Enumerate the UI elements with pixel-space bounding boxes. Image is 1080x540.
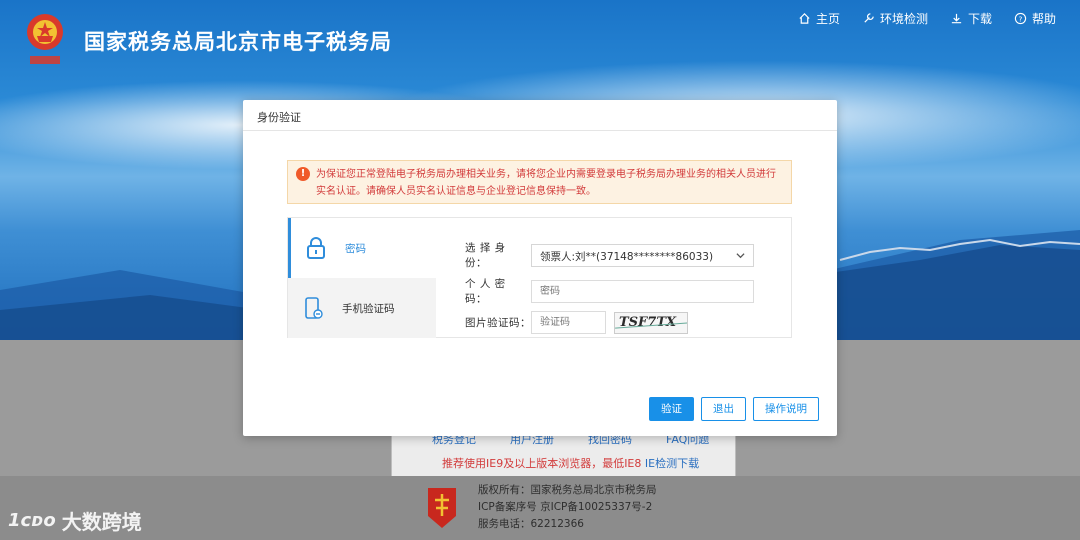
ie-check-link[interactable]: IE检测下载	[645, 457, 699, 470]
tab-sms-code-label: 手机验证码	[342, 302, 395, 315]
password-label: 个 人 密 码：	[465, 278, 506, 305]
top-nav: 主页 环境检测 下载 ? 帮助	[798, 10, 1056, 27]
warning-banner: ! 为保证您正常登陆电子税务局办理相关业务，请将您企业内需要登录电子税务局办理业…	[287, 160, 792, 204]
svg-text:?: ?	[1019, 14, 1023, 23]
tab-sms-code[interactable]: 手机验证码	[288, 278, 436, 338]
footer-info: 版权所有：国家税务总局北京市税务局 ICP备案序号 京ICP备10025337号…	[478, 482, 657, 533]
tax-emblem-logo	[27, 14, 63, 64]
captcha-image[interactable]: TSF7TX	[614, 311, 688, 334]
footer-line: 服务电话：62212366	[478, 518, 584, 530]
identity-select[interactable]: 领票人:刘**(37148********86033)	[531, 243, 754, 267]
password-input[interactable]	[531, 279, 754, 303]
warning-text: 为保证您正常登陆电子税务局办理相关业务，请将您企业内需要登录电子税务局办理业务的…	[316, 169, 776, 197]
download-icon	[951, 13, 962, 24]
wrench-icon	[864, 13, 874, 23]
tab-password[interactable]: 密码	[288, 218, 436, 278]
watermark-logo-icon: 1ᴄᴅᴏ	[8, 510, 56, 531]
chevron-down-icon	[736, 252, 745, 258]
warning-icon: !	[296, 167, 310, 181]
verify-button[interactable]: 验证	[649, 397, 694, 421]
nav-env-check-label: 环境检测	[879, 12, 928, 26]
captcha-input[interactable]	[531, 311, 606, 334]
exit-button[interactable]: 退出	[701, 397, 746, 421]
identity-row: 选 择 身 份： 领票人:刘**(37148********86033)	[465, 240, 754, 270]
nav-download-label: 下载	[967, 12, 992, 26]
dialog-title: 身份验证	[243, 100, 837, 131]
nav-help-label: 帮助	[1031, 12, 1056, 26]
nav-help[interactable]: ? 帮助	[1014, 10, 1056, 27]
footer-line: 版权所有：国家税务总局北京市税务局	[478, 484, 657, 496]
footer-line: ICP备案序号 京ICP备10025337号-2	[478, 501, 653, 513]
identity-value: 领票人:刘**(37148********86033)	[540, 250, 714, 263]
watermark: 1ᴄᴅᴏ 大数跨境	[8, 506, 142, 535]
browser-notice: 推荐使用IE9及以上版本浏览器，最低IE8 IE检测下载	[442, 455, 699, 471]
phone-icon	[305, 297, 323, 319]
help-icon: ?	[1014, 12, 1027, 25]
site-title: 国家税务总局北京市电子税务局	[84, 30, 392, 54]
home-icon	[799, 13, 810, 24]
lock-icon	[307, 237, 325, 259]
password-row: 个 人 密 码：	[465, 276, 754, 306]
auth-panel: 密码 手机验证码 选 择 身 份： 领票人:刘**(37148********8…	[287, 217, 792, 338]
help-instructions-button[interactable]: 操作说明	[753, 397, 819, 421]
browser-notice-text: 推荐使用IE9及以上版本浏览器，最低IE8	[442, 457, 642, 470]
identity-verify-dialog: 身份验证 ! 为保证您正常登陆电子税务局办理相关业务，请将您企业内需要登录电子税…	[243, 100, 837, 436]
tab-password-label: 密码	[345, 242, 366, 255]
watermark-text: 大数跨境	[61, 510, 142, 534]
nav-env-check[interactable]: 环境检测	[862, 10, 928, 27]
nav-download[interactable]: 下载	[950, 10, 992, 27]
captcha-row: 图片验证码： TSF7TX	[465, 311, 688, 334]
nav-home-label: 主页	[815, 12, 840, 26]
footer-emblem-icon	[428, 488, 456, 528]
nav-home[interactable]: 主页	[798, 10, 840, 27]
identity-label: 选 择 身 份：	[465, 242, 506, 269]
captcha-label: 图片验证码：	[465, 317, 531, 329]
